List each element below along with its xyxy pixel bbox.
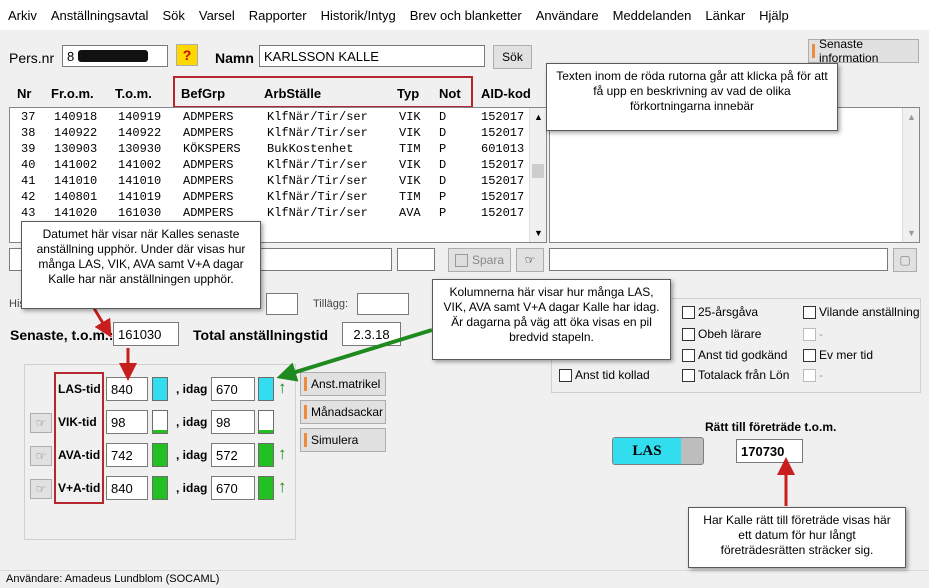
callout-columns: Kolumnerna här visar hur många LAS, VIK,… [432, 279, 671, 360]
callout-red-boxes: Texten inom de röda rutorna går att klic… [546, 63, 838, 131]
callout-foretrade: Har Kalle rätt till företräde visas här … [688, 507, 906, 568]
green-arrow-columns [276, 328, 433, 382]
callout-latest-date: Datumet här visar när Kalles senaste ans… [21, 221, 261, 309]
